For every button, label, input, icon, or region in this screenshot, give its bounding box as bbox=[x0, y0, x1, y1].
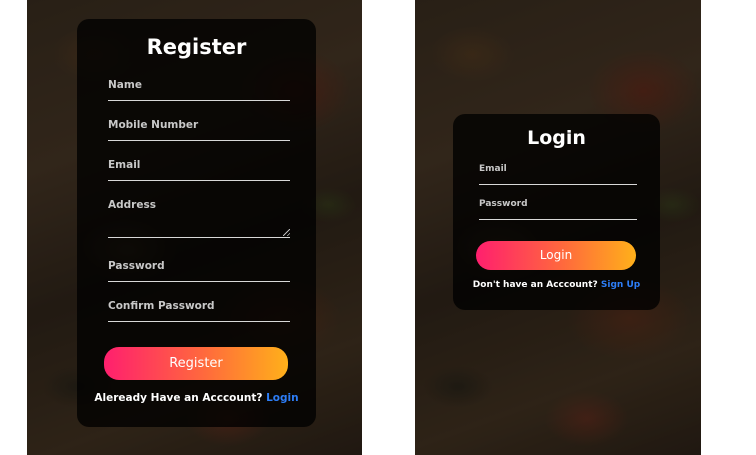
mobile-number-field[interactable]: Mobile Number bbox=[108, 119, 290, 141]
name-field-placeholder: Name bbox=[108, 79, 142, 91]
register-footer-text: Aleready Have an Acccount? bbox=[94, 392, 263, 404]
address-textarea[interactable]: Address bbox=[108, 199, 290, 238]
resize-grip-icon[interactable] bbox=[283, 229, 290, 236]
confirm-password-field[interactable]: Confirm Password bbox=[108, 300, 290, 322]
login-link[interactable]: Login bbox=[266, 392, 299, 404]
login-footer: Don't have an Acccount? Sign Up bbox=[453, 280, 660, 290]
login-password-field-placeholder: Password bbox=[479, 199, 528, 209]
login-password-field[interactable]: Password bbox=[479, 199, 637, 220]
login-footer-text: Don't have an Acccount? bbox=[472, 280, 598, 290]
register-form-card: Register Name Mobile Number Email Addres… bbox=[77, 19, 316, 427]
confirm-password-field-placeholder: Confirm Password bbox=[108, 300, 215, 312]
sign-up-link[interactable]: Sign Up bbox=[601, 280, 640, 290]
register-background-image: Register Name Mobile Number Email Addres… bbox=[27, 0, 362, 455]
register-footer: Aleready Have an Acccount? Login bbox=[77, 392, 316, 404]
address-textarea-placeholder: Address bbox=[108, 199, 156, 211]
register-button[interactable]: Register bbox=[104, 347, 288, 380]
name-field[interactable]: Name bbox=[108, 79, 290, 101]
password-field-placeholder: Password bbox=[108, 260, 165, 272]
login-form-card: Login Email Password Login Don't have an… bbox=[453, 114, 660, 310]
login-button[interactable]: Login bbox=[476, 241, 636, 270]
password-field[interactable]: Password bbox=[108, 260, 290, 282]
email-field[interactable]: Email bbox=[108, 159, 290, 181]
login-background-image: Login Email Password Login Don't have an… bbox=[415, 0, 701, 455]
login-title: Login bbox=[527, 127, 586, 149]
register-title: Register bbox=[146, 35, 247, 59]
email-field-placeholder: Email bbox=[108, 159, 141, 171]
login-email-field-placeholder: Email bbox=[479, 164, 507, 174]
login-email-field[interactable]: Email bbox=[479, 164, 637, 185]
mobile-number-field-placeholder: Mobile Number bbox=[108, 119, 199, 131]
